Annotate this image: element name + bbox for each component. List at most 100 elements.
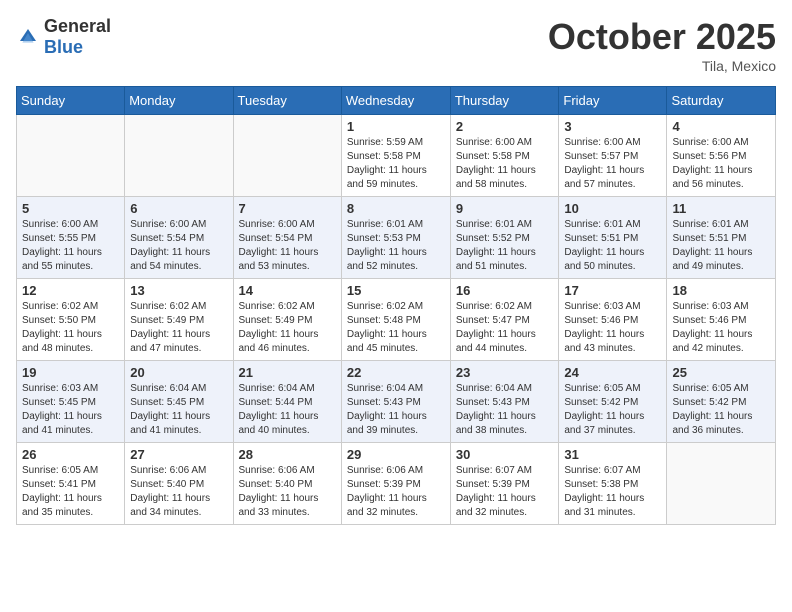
day-info: Sunrise: 6:02 AM Sunset: 5:48 PM Dayligh… <box>347 300 445 356</box>
day-info: Sunrise: 6:00 AM Sunset: 5:56 PM Dayligh… <box>672 136 770 192</box>
table-row: 21 Sunrise: 6:04 AM Sunset: 5:44 PM Dayli… <box>233 361 341 443</box>
day-info: Sunrise: 6:04 AM Sunset: 5:43 PM Dayligh… <box>456 382 554 438</box>
day-info: Sunrise: 6:07 AM Sunset: 5:39 PM Dayligh… <box>456 464 554 520</box>
day-number: 31 <box>564 447 661 462</box>
logo-general: General <box>44 16 111 36</box>
day-number: 15 <box>347 283 445 298</box>
day-info: Sunrise: 5:59 AM Sunset: 5:58 PM Dayligh… <box>347 136 445 192</box>
day-number: 30 <box>456 447 554 462</box>
table-row: 24Sunrise: 6:05 AM Sunset: 5:42 PM Dayli… <box>559 361 667 443</box>
day-info: Sunrise: 6:00 AM Sunset: 5:55 PM Dayligh… <box>22 218 119 274</box>
day-info: Sunrise: 6:00 AM Sunset: 5:54 PM Dayligh… <box>130 218 227 274</box>
logo: General Blue <box>16 16 111 58</box>
day-info: Sunrise: 6:04 AM Sunset: 5:43 PM Dayligh… <box>347 382 445 438</box>
month-title: October 2025 <box>548 16 776 58</box>
logo-blue: Blue <box>44 37 83 57</box>
day-info: Sunrise: 6:00 AM Sunset: 5:57 PM Dayligh… <box>564 136 661 192</box>
day-number: 17 <box>564 283 661 298</box>
day-info: Sunrise: 6:01 AM Sunset: 5:51 PM Dayligh… <box>564 218 661 274</box>
day-number: 28 <box>239 447 336 462</box>
table-row: 10 Sunrise: 6:01 AM Sunset: 5:51 PM Dayli… <box>559 197 667 279</box>
table-row: 11Sunrise: 6:01 AM Sunset: 5:51 PM Dayli… <box>667 197 776 279</box>
calendar-week-row: 26 Sunrise: 6:05 AM Sunset: 5:41 PM Dayli… <box>17 443 776 525</box>
location: Tila, Mexico <box>548 58 776 74</box>
day-info: Sunrise: 6:02 AM Sunset: 5:49 PM Dayligh… <box>239 300 336 356</box>
table-row: 4 Sunrise: 6:00 AM Sunset: 5:56 PM Daylig… <box>667 115 776 197</box>
col-friday: Friday <box>559 87 667 115</box>
day-number: 13 <box>130 283 227 298</box>
day-number: 14 <box>239 283 336 298</box>
table-row: 7Sunrise: 6:00 AM Sunset: 5:54 PM Daylig… <box>233 197 341 279</box>
col-thursday: Thursday <box>450 87 559 115</box>
day-number: 8 <box>347 201 445 216</box>
table-row: 29Sunrise: 6:06 AM Sunset: 5:39 PM Dayli… <box>341 443 450 525</box>
day-info: Sunrise: 6:02 AM Sunset: 5:50 PM Dayligh… <box>22 300 119 356</box>
table-row: 23 Sunrise: 6:04 AM Sunset: 5:43 PM Dayli… <box>450 361 559 443</box>
day-info: Sunrise: 6:05 AM Sunset: 5:42 PM Dayligh… <box>672 382 770 438</box>
day-number: 3 <box>564 119 661 134</box>
day-info: Sunrise: 6:04 AM Sunset: 5:45 PM Dayligh… <box>130 382 227 438</box>
day-number: 5 <box>22 201 119 216</box>
table-row: 22 Sunrise: 6:04 AM Sunset: 5:43 PM Dayli… <box>341 361 450 443</box>
calendar-week-row: 19 Sunrise: 6:03 AM Sunset: 5:45 PM Dayli… <box>17 361 776 443</box>
table-row: 16Sunrise: 6:02 AM Sunset: 5:47 PM Dayli… <box>450 279 559 361</box>
table-row: 18Sunrise: 6:03 AM Sunset: 5:46 PM Dayli… <box>667 279 776 361</box>
day-info: Sunrise: 6:07 AM Sunset: 5:38 PM Dayligh… <box>564 464 661 520</box>
day-info: Sunrise: 6:03 AM Sunset: 5:46 PM Dayligh… <box>564 300 661 356</box>
title-block: October 2025 Tila, Mexico <box>548 16 776 74</box>
table-row: 26 Sunrise: 6:05 AM Sunset: 5:41 PM Dayli… <box>17 443 125 525</box>
day-number: 6 <box>130 201 227 216</box>
table-row: 30 Sunrise: 6:07 AM Sunset: 5:39 PM Dayli… <box>450 443 559 525</box>
day-number: 4 <box>672 119 770 134</box>
day-number: 26 <box>22 447 119 462</box>
day-number: 21 <box>239 365 336 380</box>
day-number: 25 <box>672 365 770 380</box>
col-wednesday: Wednesday <box>341 87 450 115</box>
table-row <box>667 443 776 525</box>
day-number: 18 <box>672 283 770 298</box>
day-number: 22 <box>347 365 445 380</box>
table-row: 13Sunrise: 6:02 AM Sunset: 5:49 PM Dayli… <box>125 279 233 361</box>
day-info: Sunrise: 6:06 AM Sunset: 5:40 PM Dayligh… <box>130 464 227 520</box>
logo-icon <box>16 25 40 49</box>
table-row <box>233 115 341 197</box>
table-row: 12Sunrise: 6:02 AM Sunset: 5:50 PM Dayli… <box>17 279 125 361</box>
calendar-week-row: 5 Sunrise: 6:00 AM Sunset: 5:55 PM Daylig… <box>17 197 776 279</box>
table-row: 8 Sunrise: 6:01 AM Sunset: 5:53 PM Daylig… <box>341 197 450 279</box>
day-number: 27 <box>130 447 227 462</box>
table-row: 6 Sunrise: 6:00 AM Sunset: 5:54 PM Daylig… <box>125 197 233 279</box>
table-row: 19 Sunrise: 6:03 AM Sunset: 5:45 PM Dayli… <box>17 361 125 443</box>
table-row: 17 Sunrise: 6:03 AM Sunset: 5:46 PM Dayli… <box>559 279 667 361</box>
day-info: Sunrise: 6:01 AM Sunset: 5:52 PM Dayligh… <box>456 218 554 274</box>
day-number: 1 <box>347 119 445 134</box>
calendar-week-row: 1 Sunrise: 5:59 AM Sunset: 5:58 PM Daylig… <box>17 115 776 197</box>
day-info: Sunrise: 6:04 AM Sunset: 5:44 PM Dayligh… <box>239 382 336 438</box>
day-number: 16 <box>456 283 554 298</box>
day-number: 19 <box>22 365 119 380</box>
day-number: 10 <box>564 201 661 216</box>
day-info: Sunrise: 6:06 AM Sunset: 5:40 PM Dayligh… <box>239 464 336 520</box>
table-row: 20 Sunrise: 6:04 AM Sunset: 5:45 PM Dayli… <box>125 361 233 443</box>
calendar: Sunday Monday Tuesday Wednesday Thursday… <box>16 86 776 525</box>
table-row <box>125 115 233 197</box>
table-row: 27 Sunrise: 6:06 AM Sunset: 5:40 PM Dayli… <box>125 443 233 525</box>
day-info: Sunrise: 6:01 AM Sunset: 5:53 PM Dayligh… <box>347 218 445 274</box>
day-info: Sunrise: 6:03 AM Sunset: 5:45 PM Dayligh… <box>22 382 119 438</box>
day-number: 11 <box>672 201 770 216</box>
day-number: 7 <box>239 201 336 216</box>
table-row: 14 Sunrise: 6:02 AM Sunset: 5:49 PM Dayli… <box>233 279 341 361</box>
day-number: 2 <box>456 119 554 134</box>
table-row: 2Sunrise: 6:00 AM Sunset: 5:58 PM Daylig… <box>450 115 559 197</box>
table-row: 1 Sunrise: 5:59 AM Sunset: 5:58 PM Daylig… <box>341 115 450 197</box>
day-number: 20 <box>130 365 227 380</box>
day-info: Sunrise: 6:05 AM Sunset: 5:42 PM Dayligh… <box>564 382 661 438</box>
table-row: 3 Sunrise: 6:00 AM Sunset: 5:57 PM Daylig… <box>559 115 667 197</box>
table-row: 25 Sunrise: 6:05 AM Sunset: 5:42 PM Dayli… <box>667 361 776 443</box>
calendar-week-row: 12Sunrise: 6:02 AM Sunset: 5:50 PM Dayli… <box>17 279 776 361</box>
weekday-header-row: Sunday Monday Tuesday Wednesday Thursday… <box>17 87 776 115</box>
day-info: Sunrise: 6:06 AM Sunset: 5:39 PM Dayligh… <box>347 464 445 520</box>
day-number: 23 <box>456 365 554 380</box>
day-info: Sunrise: 6:05 AM Sunset: 5:41 PM Dayligh… <box>22 464 119 520</box>
col-tuesday: Tuesday <box>233 87 341 115</box>
col-sunday: Sunday <box>17 87 125 115</box>
